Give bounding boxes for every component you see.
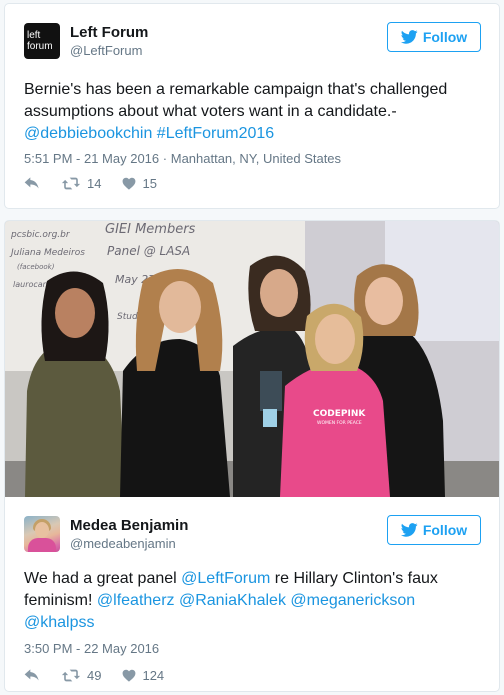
tweet-meta: 3:50 PM - 22 May 2016 (24, 640, 159, 658)
shirt-text: CODEPINK (313, 409, 366, 419)
follow-label: Follow (422, 522, 468, 538)
tweet-photo[interactable]: pcsbic.org.br GIEI Members Juliana Medei… (5, 221, 499, 497)
mention-link-lfeatherz[interactable]: @lfeatherz (97, 592, 175, 609)
handle[interactable]: @LeftForum (70, 42, 148, 60)
whiteboard-text: GIEI Members (105, 222, 196, 237)
like-button[interactable]: 15 (122, 176, 157, 191)
retweet-count: 49 (87, 668, 102, 683)
tweet-text: We had a great panel @LeftForum re Hilla… (24, 568, 481, 634)
reply-button[interactable] (24, 668, 40, 683)
avatar[interactable]: left forum (24, 23, 60, 59)
group-photo-image: pcsbic.org.br GIEI Members Juliana Medei… (5, 221, 499, 497)
timestamp[interactable]: 5:51 PM - 21 May 2016 (24, 151, 159, 166)
display-name[interactable]: Medea Benjamin (70, 516, 188, 535)
whiteboard-text: pcsbic.org.br (10, 230, 71, 240)
whiteboard-text: Juliana Medeiros (9, 248, 85, 258)
like-count: 15 (142, 176, 157, 191)
reply-button[interactable] (24, 176, 40, 191)
follow-button[interactable]: Follow (387, 22, 481, 52)
heart-icon (123, 669, 136, 682)
mention-link-leftforum[interactable]: @LeftForum (181, 570, 270, 587)
like-button[interactable]: 124 (122, 668, 164, 683)
mention-link-khalpss[interactable]: @khalpss (24, 614, 95, 631)
tweet-text: Bernie's has been a remarkable campaign … (24, 79, 481, 145)
follow-label: Follow (422, 29, 468, 45)
twitter-bird-icon (400, 30, 418, 44)
tweet-header: left forum Left Forum @LeftForum (24, 21, 148, 61)
display-name[interactable]: Left Forum (70, 23, 148, 42)
tweet-meta: 5:51 PM - 21 May 2016 · Manhattan, NY, U… (24, 150, 341, 168)
mention-link[interactable]: @debbiebookchin (24, 125, 152, 142)
author-names: Left Forum @LeftForum (70, 23, 148, 60)
hashtag-link[interactable]: #LeftForum2016 (157, 125, 274, 142)
tweet-actions: 49 124 (24, 668, 185, 683)
mention-link-meganerickson[interactable]: @meganerickson (290, 592, 415, 609)
tweet-header: Medea Benjamin @medeabenjamin (24, 514, 188, 554)
retweet-icon (61, 669, 81, 682)
avatar-text-line1: left (27, 30, 41, 41)
location[interactable]: Manhattan, NY, United States (171, 151, 341, 166)
reply-icon (24, 176, 39, 188)
tweet-text-body: Bernie's has been a remarkable campaign … (24, 81, 448, 120)
tweet-card-left-forum: left forum Left Forum @LeftForum Follow … (4, 3, 500, 209)
tweet-actions: 14 15 (24, 176, 178, 191)
like-count: 124 (142, 668, 165, 683)
follow-button[interactable]: Follow (387, 515, 481, 545)
avatar[interactable] (24, 516, 60, 552)
retweet-icon (61, 177, 81, 190)
heart-icon (123, 177, 136, 190)
retweet-count: 14 (87, 176, 102, 191)
twitter-bird-icon (400, 523, 418, 537)
retweet-button[interactable]: 14 (61, 176, 101, 191)
author-names: Medea Benjamin @medeabenjamin (70, 516, 188, 553)
whiteboard-text: (facebook) (17, 263, 55, 271)
meta-separator: · (162, 151, 168, 166)
tweet-text-part1: We had a great panel (24, 570, 177, 587)
reply-icon (24, 668, 39, 680)
mention-link-raniakhalek[interactable]: @RaniaKhalek (179, 592, 286, 609)
tweet-card-medea-benjamin: pcsbic.org.br GIEI Members Juliana Medei… (4, 220, 500, 692)
timestamp[interactable]: 3:50 PM - 22 May 2016 (24, 641, 159, 656)
handle[interactable]: @medeabenjamin (70, 535, 188, 553)
shirt-subtext: WOMEN FOR PEACE (317, 420, 362, 426)
avatar-text-line2: forum (27, 41, 53, 52)
retweet-button[interactable]: 49 (61, 668, 101, 683)
whiteboard-text: Panel @ LASA (107, 244, 190, 258)
